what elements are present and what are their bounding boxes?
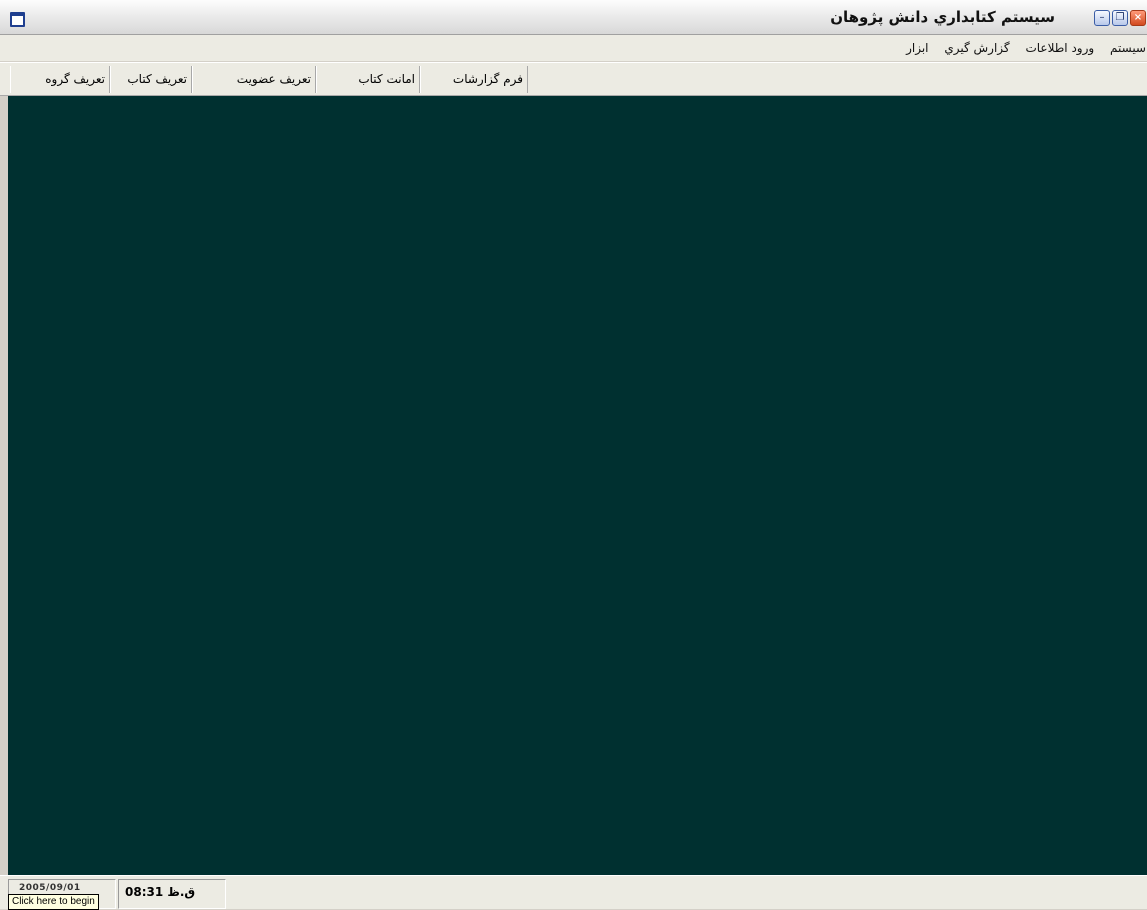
- menu-bar: سيستم ورود اطلاعات گزارش گيري ابزار: [0, 35, 1147, 61]
- menu-item-reporting[interactable]: گزارش گيري: [938, 35, 1015, 61]
- menu-item-tools[interactable]: ابزار: [900, 35, 934, 61]
- book-loan-button[interactable]: امانت كتاب: [316, 66, 420, 93]
- window-title: سيستم كتابداري دانش پژوهان: [830, 8, 1055, 26]
- tooltip: Click here to begin: [8, 894, 99, 910]
- minimize-icon[interactable]: –: [1094, 10, 1110, 26]
- define-book-button[interactable]: تعريف كتاب: [110, 66, 192, 93]
- define-group-button[interactable]: تعريف گروه: [10, 66, 110, 93]
- status-bar: 2005/09/01 ق.ظ 08:31: [0, 875, 1147, 909]
- menu-item-system[interactable]: سيستم: [1104, 35, 1147, 61]
- window-icon[interactable]: [10, 12, 25, 27]
- define-membership-button[interactable]: تعريف عضويت: [192, 66, 316, 93]
- reports-form-button[interactable]: فرم گزارشات: [420, 66, 528, 93]
- status-panel-time: ق.ظ 08:31: [118, 879, 226, 909]
- close-icon[interactable]: ×: [1130, 10, 1146, 26]
- mdi-workspace[interactable]: [8, 96, 1147, 875]
- status-date: 2005/09/01: [19, 883, 81, 893]
- restore-icon[interactable]: ❐: [1112, 10, 1128, 26]
- title-bar[interactable]: سيستم كتابداري دانش پژوهان – ❐ ×: [0, 0, 1147, 35]
- status-time: ق.ظ 08:31: [125, 885, 196, 899]
- toolbar: فرم گزارشات امانت كتاب تعريف عضويت تعريف…: [0, 62, 1147, 96]
- menu-item-data-entry[interactable]: ورود اطلاعات: [1019, 35, 1100, 61]
